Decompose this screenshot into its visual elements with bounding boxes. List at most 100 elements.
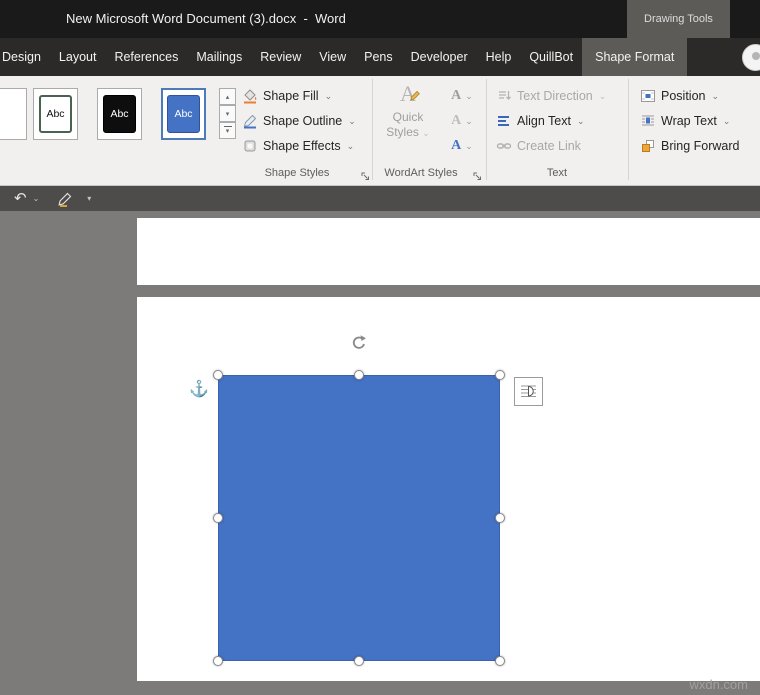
text-fill-button[interactable]: A ⌄ <box>444 84 480 108</box>
tab-references[interactable]: References <box>105 38 187 76</box>
tab-layout[interactable]: Layout <box>50 38 106 76</box>
tab-view[interactable]: View <box>310 38 355 76</box>
tab-design[interactable]: Design <box>0 38 50 76</box>
quick-styles-label-line1: Quick <box>392 110 424 124</box>
effects-square-icon <box>244 140 256 152</box>
resize-handle-top-middle[interactable] <box>354 370 364 380</box>
tab-help[interactable]: Help <box>477 38 521 76</box>
tab-quillbot[interactable]: QuillBot <box>520 38 582 76</box>
tab-mailings[interactable]: Mailings <box>187 38 251 76</box>
shape-outline-label: Shape Outline <box>263 114 343 128</box>
group-divider <box>486 79 487 180</box>
text-fill-a-icon: A <box>451 88 462 103</box>
word-app-window: New Microsoft Word Document (3).docx - W… <box>0 0 760 695</box>
group-divider <box>628 79 629 180</box>
chain-link-icon <box>496 143 512 149</box>
chevron-down-icon: ⌄ <box>422 128 430 138</box>
resize-handle-middle-right[interactable] <box>495 513 505 523</box>
align-text-label: Align Text <box>517 114 571 128</box>
more-bar-icon <box>224 126 232 127</box>
anchor-icon[interactable]: ⚓ <box>189 382 209 398</box>
quick-access-toolbar: ↶ ⌄ ▾ <box>0 186 760 211</box>
chevron-down-icon: ⌄ <box>711 90 720 101</box>
layout-options-button[interactable] <box>514 377 543 406</box>
chevron-down-icon: ⌄ <box>576 115 585 126</box>
chevron-down-icon: ⌄ <box>598 90 607 101</box>
resize-handle-middle-left[interactable] <box>213 513 223 523</box>
shape-style-preview: Abc <box>39 95 72 133</box>
window-title: New Microsoft Word Document (3).docx - W… <box>66 11 346 26</box>
document-area: ⚓ wxdn.com <box>0 211 760 695</box>
wrap-text-button[interactable]: Wrap Text ⌄ <box>640 109 730 133</box>
group-label-text: Text <box>546 167 568 179</box>
down-arrow-icon: ▾ <box>225 110 230 118</box>
tab-review[interactable]: Review <box>251 38 310 76</box>
group-label-shape-styles: Shape Styles <box>264 167 330 179</box>
chevron-down-icon: ⌄ <box>348 115 356 126</box>
text-outline-button[interactable]: A ⌄ <box>444 109 480 133</box>
chevron-down-icon: ⌄ <box>465 90 473 101</box>
shape-outline-button[interactable]: Shape Outline ⌄ <box>242 109 356 133</box>
svg-text:A: A <box>400 81 416 106</box>
tab-developer[interactable]: Developer <box>402 38 477 76</box>
resize-handle-bottom-left[interactable] <box>213 656 223 666</box>
text-effects-a-icon: A <box>451 138 462 153</box>
resize-handle-bottom-middle[interactable] <box>354 656 364 666</box>
bring-forward-button[interactable]: Bring Forward <box>640 134 740 158</box>
page-bottom-strip[interactable] <box>137 218 760 285</box>
title-bar: New Microsoft Word Document (3).docx - W… <box>0 0 760 38</box>
lightbulb-icon[interactable] <box>742 43 760 71</box>
shape-fill-button[interactable]: Shape Fill ⌄ <box>242 84 332 108</box>
text-direction-icon <box>499 91 511 100</box>
undo-icon[interactable]: ↶ <box>14 191 27 206</box>
shape-effects-label: Shape Effects <box>263 139 341 153</box>
gallery-scroll-down-button[interactable]: ▾ <box>219 105 236 122</box>
tab-shape-format[interactable]: Shape Format <box>582 38 688 76</box>
shape-effects-button[interactable]: Shape Effects ⌄ <box>242 134 354 158</box>
dialog-launcher-icon <box>473 172 481 180</box>
tab-pens[interactable]: Pens <box>355 38 402 76</box>
gallery-scroll-up-button[interactable]: ▴ <box>219 88 236 105</box>
shape-style-thumbnail-partial[interactable] <box>0 88 27 140</box>
paint-bucket-icon <box>244 89 257 104</box>
drawing-tools-contextual-label: Drawing Tools <box>627 0 730 38</box>
chevron-down-icon[interactable]: ⌄ <box>33 194 40 203</box>
shape-styles-dialog-launcher[interactable] <box>360 169 371 180</box>
quick-styles-label-line2: Styles <box>386 125 419 139</box>
create-link-label: Create Link <box>517 139 581 153</box>
ink-pen-icon[interactable] <box>57 191 73 207</box>
bring-forward-label: Bring Forward <box>661 139 740 153</box>
quick-styles-button[interactable]: A Quick Styles ⌄ <box>380 80 436 166</box>
wordart-styles-dialog-launcher[interactable] <box>472 169 483 180</box>
bring-forward-icon <box>642 140 654 152</box>
text-outline-a-icon: A <box>451 113 462 128</box>
resize-handle-bottom-right[interactable] <box>495 656 505 666</box>
align-text-button[interactable]: Align Text ⌄ <box>496 109 585 133</box>
rotation-handle[interactable] <box>350 334 368 352</box>
text-direction-button[interactable]: Text Direction ⌄ <box>496 84 606 108</box>
shape-style-thumbnail-2[interactable]: Abc <box>97 88 142 140</box>
ribbon: Abc Abc Abc ▴ ▾ ▾ Shape Fill ⌄ Shape Out… <box>0 76 760 186</box>
dialog-launcher-icon <box>361 172 369 180</box>
layout-options-icon <box>521 385 536 397</box>
ribbon-tab-bar: Design Layout References Mailings Review… <box>0 38 760 76</box>
selected-rectangle-shape[interactable] <box>218 375 500 661</box>
group-label-wordart-styles: WordArt Styles <box>384 167 458 179</box>
shape-style-thumbnail-1[interactable]: Abc <box>33 88 78 140</box>
resize-handle-top-left[interactable] <box>213 370 223 380</box>
wrap-text-icon <box>642 115 654 126</box>
pencil-icon <box>243 114 257 129</box>
watermark-text: wxdn.com <box>689 677 748 692</box>
dropdown-icon[interactable]: ▾ <box>87 194 91 203</box>
shape-fill-label: Shape Fill <box>263 89 319 103</box>
shape-style-thumbnail-3-selected[interactable]: Abc <box>161 88 206 140</box>
text-effects-button[interactable]: A ⌄ <box>444 134 480 158</box>
chevron-down-icon: ⌄ <box>324 90 333 101</box>
up-arrow-icon: ▴ <box>225 93 230 101</box>
align-text-icon <box>498 116 509 126</box>
wordart-a-icon: A <box>400 81 420 106</box>
gallery-more-button[interactable]: ▾ <box>219 122 236 139</box>
create-link-button[interactable]: Create Link <box>496 134 581 158</box>
position-button[interactable]: Position ⌄ <box>640 84 719 108</box>
resize-handle-top-right[interactable] <box>495 370 505 380</box>
